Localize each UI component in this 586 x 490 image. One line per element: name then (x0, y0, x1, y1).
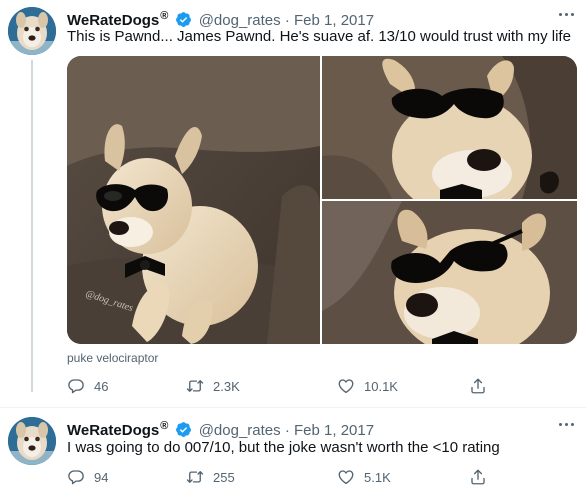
like-button[interactable]: 5.1K (337, 467, 391, 487)
verified-badge-icon (175, 11, 192, 28)
photo-dog-couch[interactable]: @dog_rates (67, 56, 320, 344)
more-options-icon[interactable] (558, 10, 576, 20)
like-count: 10.1K (364, 378, 398, 394)
author-handle[interactable]: @dog_rates (199, 422, 281, 439)
retweet-button[interactable]: 2.3K (186, 376, 240, 396)
media-grid: @dog_rates (67, 56, 577, 344)
heart-icon (337, 377, 355, 395)
tweet-actions: 94 255 5.1K (67, 467, 497, 487)
retweet-count: 2.3K (213, 378, 240, 394)
reply-button[interactable]: 94 (67, 467, 108, 487)
reply-icon (67, 377, 85, 395)
registered-mark: ® (160, 420, 169, 432)
reply-button[interactable]: 46 (67, 376, 108, 396)
tweet[interactable]: WeRateDogs® @dog_rates · Feb 1, 2017 I w… (0, 408, 586, 490)
meta-separator: · (284, 422, 290, 439)
avatar[interactable] (8, 417, 56, 465)
retweet-icon (186, 468, 204, 486)
more-options-icon[interactable] (558, 420, 576, 430)
tweet-header: WeRateDogs® @dog_rates · Feb 1, 2017 (67, 417, 374, 440)
reply-icon (67, 468, 85, 486)
photo-dog-closeup[interactable] (322, 56, 577, 199)
share-button[interactable] (469, 376, 496, 396)
tweet-text: I was going to do 007/10, but the joke w… (67, 439, 500, 456)
share-button[interactable] (469, 467, 496, 487)
heart-icon (337, 468, 355, 486)
avatar[interactable] (8, 7, 56, 55)
retweet-icon (186, 377, 204, 395)
media-credit[interactable]: puke velociraptor (67, 351, 158, 365)
share-icon (469, 468, 487, 486)
reply-count: 94 (94, 469, 109, 485)
like-count: 5.1K (364, 469, 391, 485)
reply-count: 46 (94, 378, 109, 394)
tweet-actions: 46 2.3K 10.1K (67, 376, 497, 396)
retweet-button[interactable]: 255 (186, 467, 235, 487)
tweet-text: This is Pawnd... James Pawnd. He's suave… (67, 28, 571, 45)
thread-line (31, 60, 33, 392)
author-name[interactable]: WeRateDogs (67, 422, 159, 439)
verified-badge-icon (175, 421, 192, 438)
registered-mark: ® (160, 10, 169, 22)
tweet[interactable]: WeRateDogs® @dog_rates · Feb 1, 2017 Thi… (0, 0, 586, 408)
retweet-count: 255 (213, 469, 235, 485)
tweet-date[interactable]: Feb 1, 2017 (294, 422, 374, 439)
photo-dog-sunglasses[interactable] (322, 201, 577, 344)
like-button[interactable]: 10.1K (337, 376, 398, 396)
share-icon (469, 377, 487, 395)
